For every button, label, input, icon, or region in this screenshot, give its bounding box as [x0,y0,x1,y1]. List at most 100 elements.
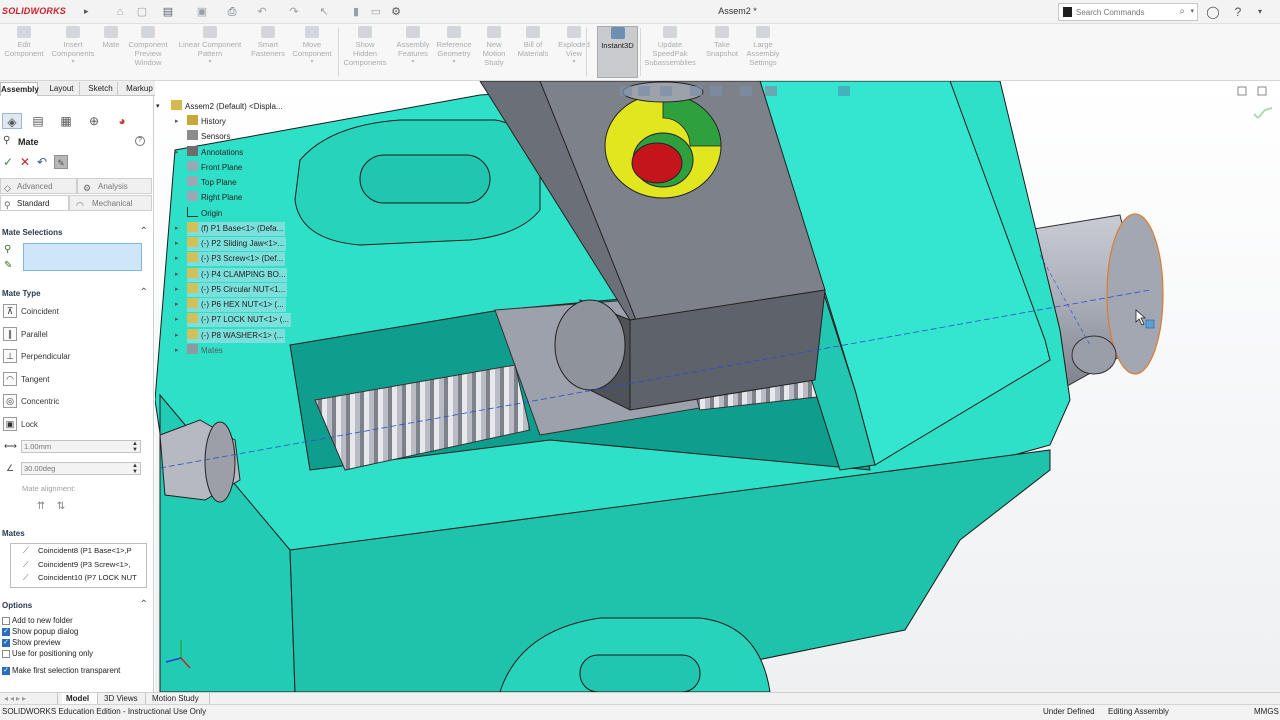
mate-selections-input[interactable] [24,244,141,270]
cancel-x-icon[interactable]: ✕ [18,155,32,169]
insert-components-button[interactable]: Insert Components ▾ [48,26,98,78]
option-checkbox[interactable]: ✓ [2,667,10,675]
option-row[interactable]: Add to new folder [2,616,152,627]
collapse-chevron-icon[interactable]: ⌃ [140,226,148,237]
open-icon[interactable]: ▤ [160,4,176,20]
tree-item-component[interactable]: ▸ (-) P2 Sliding Jaw<1>... [175,237,287,251]
tree-root-assembly[interactable]: ▾ Assem2 (Default) <Displa... [156,100,283,114]
mate-button[interactable]: Mate [100,26,122,78]
linear-component-pattern-button[interactable]: Linear Component Pattern ▾ [174,26,246,78]
tree-item-component[interactable]: ▸ (-) P4 CLAMPING BO... [175,267,288,282]
select-icon[interactable]: ↖ [316,4,332,20]
ok-check-icon[interactable]: ✓ [1,155,15,169]
property-manager-tab-icon[interactable]: ▤ [28,113,48,129]
options-gear-icon[interactable]: ⚙ [388,4,404,20]
tree-item[interactable]: ▸ Annotations [175,145,243,160]
angle-field[interactable]: 30.00deg ▲ ▼ [21,462,141,475]
tab-assembly[interactable]: Assembly [0,82,39,96]
move-component-button[interactable]: Move Component ▾ [290,26,334,78]
tree-item[interactable]: Origin [187,206,222,221]
mate-list-item[interactable]: ⟋ Coincident8 (P1 Base<1>,P [11,544,146,558]
option-row[interactable]: ✓ Show preview [2,638,152,649]
expand-tree-icon[interactable]: ▸ [175,237,179,251]
mate-list-item[interactable]: ⟋ Coincident9 (P3 Screw<1>, [11,558,146,572]
component-preview-window-button[interactable]: Component Preview Window [124,26,172,78]
option-row[interactable]: ✓ Make first selection transparent [2,666,152,677]
tree-item[interactable]: Sensors [187,130,230,144]
mate-type-parallel[interactable]: ∥ Parallel [0,325,153,345]
collapse-chevron-icon[interactable]: ⌃ [140,599,148,610]
edit-component-button[interactable]: Edit Component [2,26,46,78]
option-row[interactable]: Use for positioning only [2,649,152,660]
status-units[interactable]: MMGS [1254,707,1279,716]
zoom-to-fit-icon[interactable] [620,86,632,96]
mate-type-concentric[interactable]: ◎ Concentric [0,392,153,412]
tree-item-component[interactable]: ▸ (-) P5 Circular NUT<1... [175,282,288,297]
configuration-manager-tab-icon[interactable]: ▦ [56,113,76,129]
collapse-tree-icon[interactable]: ▾ [156,100,160,114]
expand-tree-icon[interactable]: ▸ [175,146,179,160]
display-style-icon[interactable] [740,86,752,96]
take-snapshot-button[interactable]: Take Snapshot [704,26,740,78]
tab-advanced[interactable]: ◇ Advanced [0,178,77,194]
show-hidden-components-button[interactable]: Show Hidden Components [340,26,390,78]
tree-item[interactable]: Front Plane [187,160,242,175]
tree-item-component[interactable]: ▸ (-) P8 WASHER<1> (... [175,328,286,343]
dimxpert-tab-icon[interactable]: ⊕ [84,113,104,129]
new-motion-study-button[interactable]: New Motion Study [478,26,510,78]
assembly-features-button[interactable]: Assembly Features ▾ [394,26,432,78]
chevron-down-icon[interactable]: ▾ [290,58,334,67]
expand-tree-icon[interactable]: ▸ [175,252,179,266]
graphics-area[interactable] [155,81,1280,692]
solidworks-logo[interactable]: SOLIDWORKS [2,6,66,16]
aligned-icon[interactable]: ⇈ [34,500,48,514]
option-checkbox[interactable] [2,650,10,658]
tab-layout[interactable]: Layout [44,82,80,96]
expand-tree-icon[interactable]: ▸ [175,115,179,129]
chevron-down-icon[interactable]: ▾ [1252,4,1268,20]
tab-markup[interactable]: Markup [122,82,158,96]
exploded-view-button[interactable]: Exploded View ▾ [554,26,594,78]
tree-item[interactable]: Top Plane [187,176,237,190]
tab-mechanical[interactable]: ◠ Mechanical [69,195,152,211]
hide-show-items-icon[interactable] [765,86,777,96]
chevron-down-icon[interactable]: ▾ [174,58,246,67]
tab-standard[interactable]: ⚲ Standard [0,195,69,211]
option-checkbox[interactable]: ✓ [2,639,10,647]
mate-list-item[interactable]: ⟋ Coincident10 (P7 LOCK NUT [11,571,146,585]
feature-manager-tab-icon[interactable]: ◈ [2,113,22,129]
distance-field[interactable]: 1.00mm ▲ ▼ [21,440,141,453]
help-icon[interactable]: ? [135,136,145,146]
undo-icon[interactable]: ↶ [254,4,270,20]
option-row[interactable]: ✓ Show popup dialog [2,627,152,638]
instant3d-button[interactable]: Instant3D [597,26,638,78]
bill-of-materials-button[interactable]: Bill of Materials [514,26,552,78]
chevron-down-icon[interactable]: ▾ [48,58,98,67]
tree-item[interactable]: ▸ Mates [175,343,223,358]
new-document-icon[interactable]: ▢ [134,4,150,20]
collapse-chevron-icon[interactable]: ⌃ [140,287,148,298]
view-orientation-icon[interactable] [710,86,722,96]
expand-tree-icon[interactable]: ▸ [175,222,179,236]
mate-selections-section[interactable]: Mate Selections ⌃ [0,226,153,240]
chevron-down-icon[interactable]: ▾ [434,58,474,67]
file-properties-icon[interactable]: ▭ [368,4,384,20]
tree-item-component[interactable]: ▸ (-) P3 Screw<1> (Def... [175,252,286,267]
chevron-down-icon[interactable]: ▾ [394,58,432,67]
spin-arrows-icon[interactable]: ▲ ▼ [132,463,138,475]
tree-item-component[interactable]: ▸ (-) P7 LOCK NUT<1> (... [175,313,292,328]
large-assembly-settings-button[interactable]: Large Assembly Settings [744,26,782,78]
mate-type-coincident[interactable]: ⊼ Coincident [0,302,153,322]
spin-arrows-icon[interactable]: ▲ ▼ [132,441,138,453]
expand-tree-icon[interactable]: ▸ [175,313,179,327]
home-icon[interactable]: ⌂ [112,4,128,20]
zoom-area-icon[interactable] [638,86,650,96]
tree-item-component[interactable]: ▸ (-) P6 HEX NUT<1> (... [175,298,286,312]
tree-item[interactable]: ▸ History [175,115,226,129]
search-icon[interactable]: ⌕ [1179,6,1185,17]
redo-icon[interactable]: ↷ [286,4,302,20]
tab-analysis[interactable]: ⚙ Analysis [77,178,152,194]
chevron-down-icon[interactable]: ▾ [1190,7,1194,15]
section-view-icon[interactable] [690,86,702,96]
rebuild-icon[interactable]: ▮ [348,4,364,20]
